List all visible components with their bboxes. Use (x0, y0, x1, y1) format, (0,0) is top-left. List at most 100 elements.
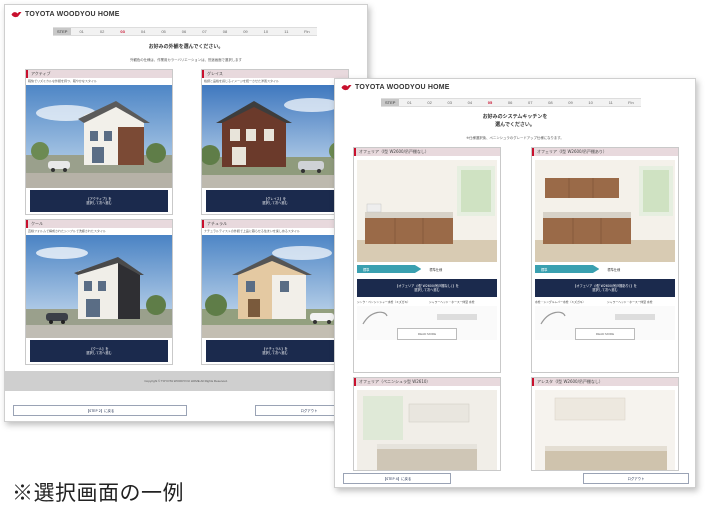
exterior-card-cool: クール 直線フォルムで構成されたシンプルで洗練されたスタイル 【クール】を 選択… (25, 219, 173, 365)
spec-faucet: 水栓・シングルレバー水栓（ミズガキ） (535, 300, 586, 304)
button-line-2: 選択して次へ進む (86, 351, 112, 355)
kitchen-card-ofelia-with-cabinet: オフェリア（I型 W2600/吊戸棚あり） 標準 標準仕様 【オフェリア（I型 … (531, 147, 679, 373)
step-09: 09 (568, 100, 573, 105)
copyright-footer: Copyright © TOYOTA WOODYOU HOME All Righ… (5, 371, 367, 391)
brand-mark-icon (11, 11, 22, 18)
house-photo-cool (26, 235, 172, 338)
page-subtitle: ※仕様選択後、ペニンシュラのグレードアップ仕様になります。 (466, 136, 564, 140)
spec-row: 水栓・シングルレバー水栓（ミズガキ） シャワーヘッド・ホース一体型 水栓 (532, 297, 678, 304)
select-natural-button[interactable]: 【ナチュラル】を 選択して次へ進む (206, 340, 344, 362)
exterior-selection-screen: TOYOTA WOODYOU HOME STEP 01 02 03 04 05 … (4, 4, 368, 422)
kitchen-card-aresta: アレスタ（I型 W2600/吊戸棚なし） (531, 377, 679, 471)
select-ofelia-with-cabinet-button[interactable]: 【オフェリア（I型 W2600/吊戸棚あり）】を 選択して次へ進む (535, 279, 675, 297)
caption-text: ※選択画面の一例 (12, 481, 184, 505)
card-description: ナチュラルテイストの外観で上品に暮らせる住まいを楽しめるスタイル (204, 229, 300, 233)
logout-button[interactable]: ログアウト (583, 473, 689, 484)
spec-shower: シャワーヘッド・ホース一体型 水栓 (607, 300, 653, 304)
exterior-card-natural: ナチュラル ナチュラルテイストの外観で上品に暮らせる住まいを楽しめるスタイル 【… (201, 219, 349, 365)
card-description: 直線フォルムで構成されたシンプルで洗練されたスタイル (28, 229, 106, 233)
spec-detail-area: READ MORE (535, 306, 675, 340)
step-03-current: 03 (120, 29, 125, 34)
step-06: 06 (507, 100, 513, 105)
step-indicator: STEP 01 02 03 04 05 06 07 08 09 10 11 Fi… (53, 27, 317, 36)
kitchen-photo (357, 390, 497, 470)
equipment-label: 標準仕様 (607, 267, 621, 272)
house-photo-natural (202, 235, 348, 338)
button-line-2: 選択して次へ進む (86, 201, 112, 205)
exterior-card-active: アクティブ 軽快でリズミカルな外観を持つ、軽やかなスタイル 【アクティブ】を 選… (25, 69, 173, 215)
step-01: 01 (407, 100, 412, 105)
step-indicator-title: STEP (381, 99, 400, 106)
step-03: 03 (447, 100, 452, 105)
button-line-2: 選択して次へ進む (262, 201, 288, 205)
select-active-button[interactable]: 【アクティブ】を 選択して次へ進む (30, 190, 168, 212)
step-05-current: 05 (487, 100, 493, 105)
page-title-line-2: 選んでください。 (495, 122, 535, 128)
step-02: 02 (427, 100, 432, 105)
step-fin: Fin (628, 100, 634, 105)
card-title: クール (26, 220, 172, 228)
step-11: 11 (608, 100, 613, 105)
step-fin: Fin (304, 29, 310, 34)
brand-name: TOYOTA WOODYOU HOME (355, 84, 450, 91)
equipment-label: 標準仕様 (429, 267, 443, 272)
kitchen-card-ofelia-peninsula: オフェリア（ペニンシュラ型 W2610） (353, 377, 501, 471)
button-line-2: 選択して次へ進む (592, 288, 618, 292)
card-title: オフェリア（I型 W2600/吊戸棚あり） (532, 148, 678, 156)
step-08: 08 (548, 100, 553, 105)
read-more-button[interactable]: READ MORE (575, 328, 635, 340)
step-02: 02 (99, 29, 105, 34)
standard-tag: 標準 (535, 265, 600, 273)
spec-shower: シャワーヘッド・ホース一体型 水栓 (429, 300, 475, 304)
step-09: 09 (243, 29, 248, 34)
kitchen-photo (535, 390, 675, 470)
kitchen-photo (535, 160, 675, 262)
kitchen-photo (357, 160, 497, 262)
step-06: 06 (181, 29, 187, 34)
read-more-button[interactable]: READ MORE (397, 328, 457, 340)
spec-tag-row: 標準 標準仕様 (535, 265, 675, 273)
kitchen-selection-screen: TOYOTA WOODYOU HOME STEP 01 02 03 04 05 … (334, 78, 696, 488)
page-subtitle: 外観色の仕様は、作業用カラーバリエーションは、別途画面で選択します (130, 58, 242, 62)
card-title: ナチュラル (202, 220, 348, 228)
card-title: オフェリア（ペニンシュラ型 W2610） (354, 378, 500, 386)
step-indicator-title: STEP (53, 28, 72, 35)
standard-tag: 標準 (357, 265, 422, 273)
card-description: 格調と品格を感じるイメージを統一させた洋風スタイル (204, 79, 279, 83)
step-05: 05 (161, 29, 166, 34)
kitchen-card-ofelia-no-cabinet: オフェリア（I型 W2600/吊戸棚なし） 標準 標準仕様 【オフェリア（I型 … (353, 147, 501, 373)
button-line-2: 選択して次へ進む (414, 288, 440, 292)
card-title: アレスタ（I型 W2600/吊戸棚なし） (532, 378, 678, 386)
step-01: 01 (79, 29, 84, 34)
brand-mark-icon (341, 84, 352, 91)
spec-row: シンク・ペンシンシャー水栓（ミズガキ） シャワーヘッド・ホース一体型 水栓 (354, 297, 500, 304)
select-grace-button[interactable]: 【グレイス】を 選択して次へ進む (206, 190, 344, 212)
spec-tag-row: 標準 標準仕様 (357, 265, 497, 273)
card-description: 軽快でリズミカルな外観を持つ、軽やかなスタイル (28, 79, 97, 83)
step-04: 04 (140, 29, 146, 34)
house-photo-active (26, 85, 172, 188)
step-indicator: STEP 01 02 03 04 05 06 07 08 09 10 11 Fi… (381, 98, 641, 107)
page-title-line-1: お好みのシステムキッチンを (482, 114, 548, 120)
step-04: 04 (467, 100, 473, 105)
card-title: オフェリア（I型 W2600/吊戸棚なし） (354, 148, 500, 156)
brand-logo: TOYOTA WOODYOU HOME (11, 11, 120, 18)
step-08: 08 (222, 29, 228, 34)
back-to-step4-button[interactable]: 【STEP 4】に戻る (343, 473, 451, 484)
page-title: お好みの外観を選んでください。 (148, 44, 224, 50)
select-cool-button[interactable]: 【クール】を 選択して次へ進む (30, 340, 168, 362)
step-10: 10 (263, 29, 269, 34)
house-photo-grace (202, 85, 348, 188)
select-ofelia-no-cabinet-button[interactable]: 【オフェリア（I型 W2600/吊戸棚なし）】を 選択して次へ進む (357, 279, 497, 297)
step-07: 07 (202, 29, 207, 34)
back-to-step2-button[interactable]: 【STEP 2】に戻る (13, 405, 187, 416)
card-title: アクティブ (26, 70, 172, 78)
brand-logo: TOYOTA WOODYOU HOME (341, 84, 450, 91)
exterior-card-grace: グレイス 格調と品格を感じるイメージを統一させた洋風スタイル 【グレイス】を 選… (201, 69, 349, 215)
spec-faucet: シンク・ペンシンシャー水栓（ミズガキ） (357, 300, 411, 304)
card-title: グレイス (202, 70, 348, 78)
step-07: 07 (528, 100, 533, 105)
step-11: 11 (284, 29, 289, 34)
spec-detail-area: READ MORE (357, 306, 497, 340)
button-line-2: 選択して次へ進む (262, 351, 288, 355)
